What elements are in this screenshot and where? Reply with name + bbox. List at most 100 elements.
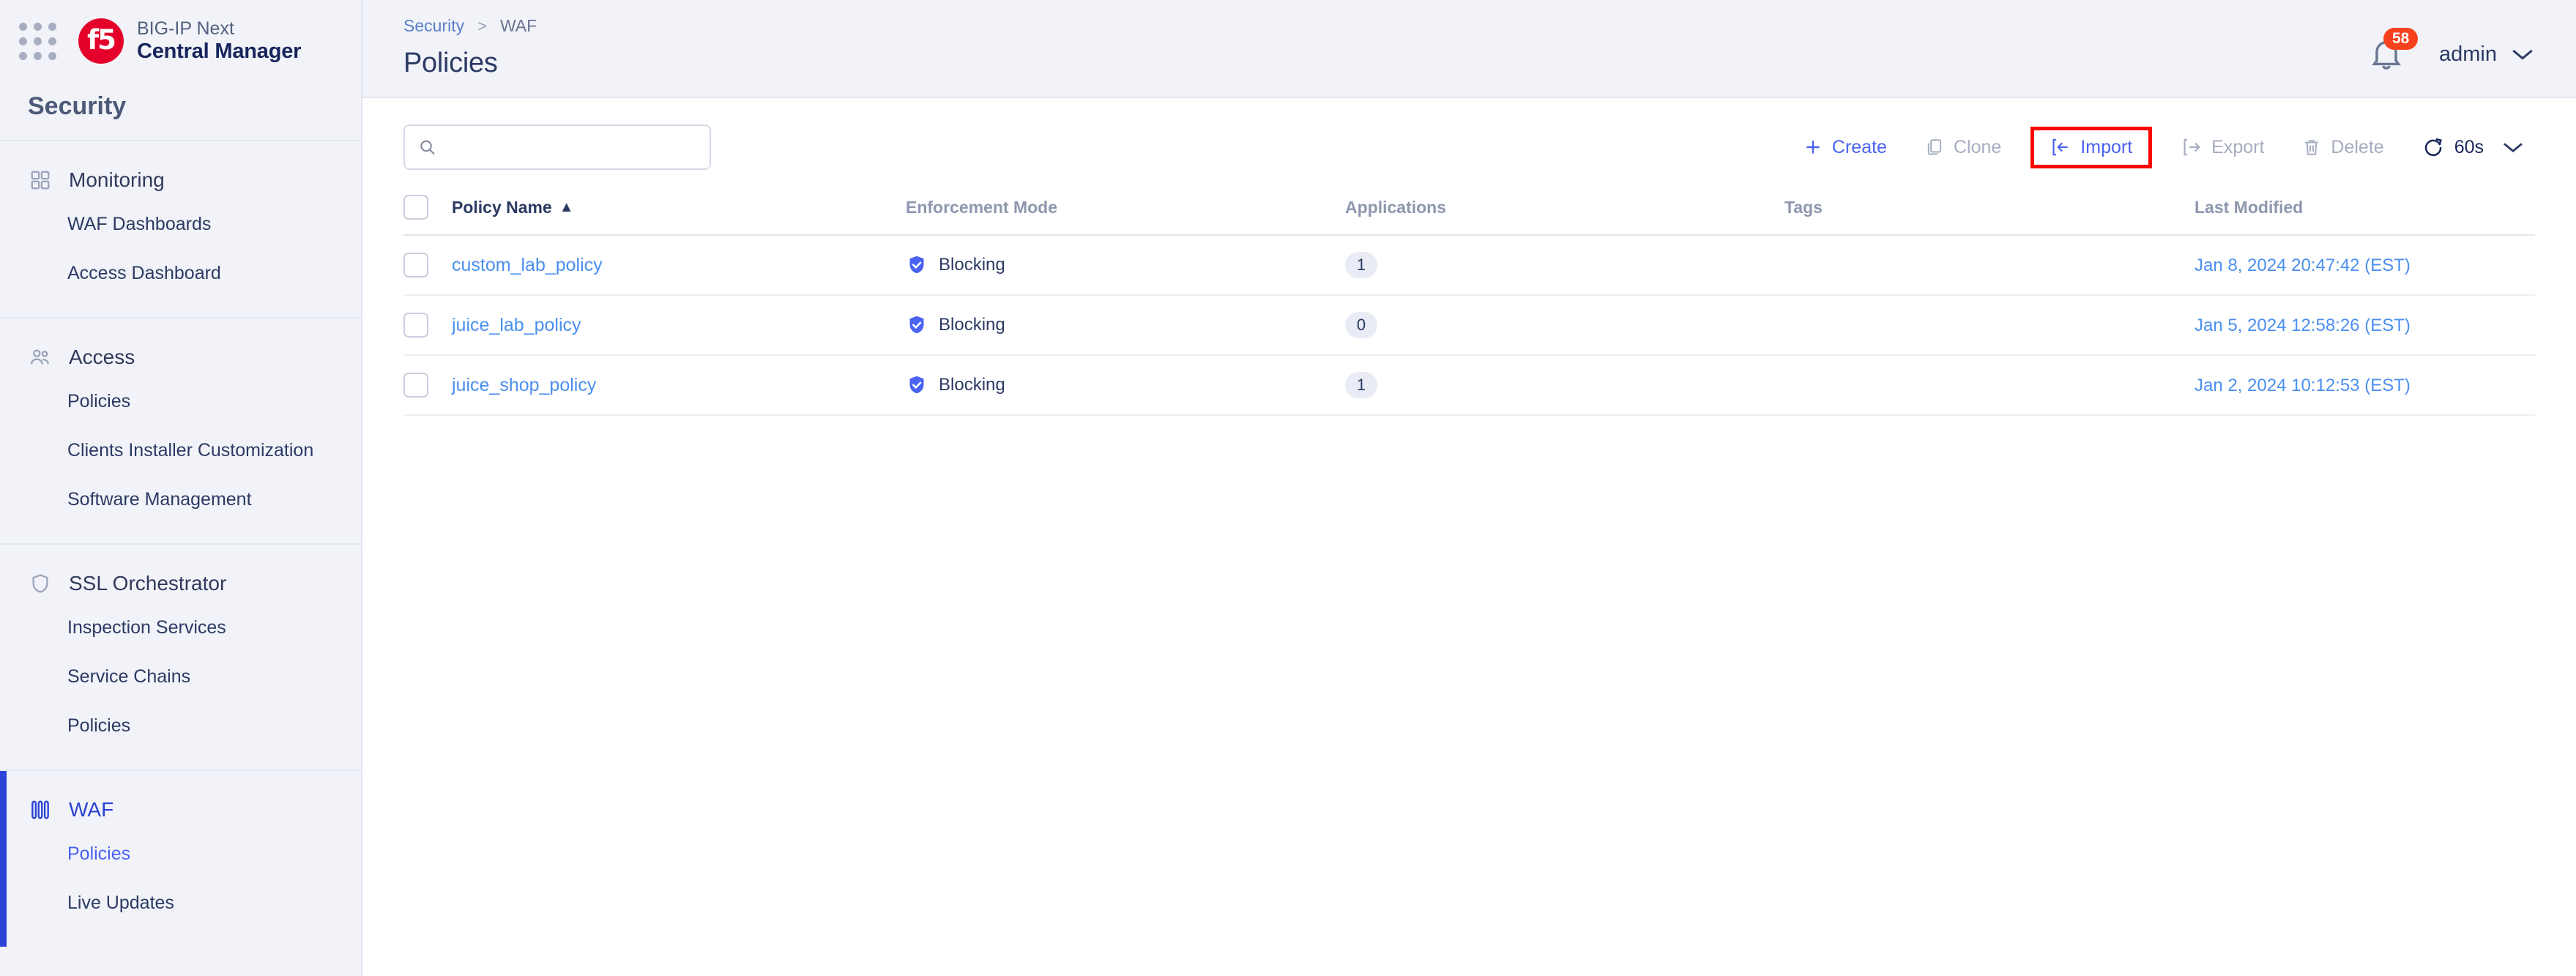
delete-button[interactable]: Delete [2283, 128, 2402, 167]
brand-row: f5 BIG-IP Next Central Manager [0, 0, 361, 82]
user-menu[interactable]: admin [2439, 42, 2535, 67]
select-all-checkbox[interactable] [403, 195, 428, 220]
tags-cell [1784, 295, 2195, 356]
notification-badge: 58 [2383, 28, 2419, 51]
page-heading-block: Security > WAF Policies [403, 16, 537, 79]
sidebar-item-label: Monitoring [69, 168, 165, 191]
last-modified-cell: Jan 8, 2024 20:47:42 (EST) [2195, 235, 2535, 296]
breadcrumb-separator-icon: > [477, 16, 487, 35]
content-panel: Create Clone Import Export Delete 60s Po… [362, 97, 2576, 976]
create-button[interactable]: Create [1784, 128, 1906, 167]
table-row[interactable]: custom_lab_policy Blocking 1 Jan 8, 2024… [403, 235, 2535, 296]
nav-group-ssl-orchestrator: SSL Orchestrator Inspection Services Ser… [0, 543, 361, 770]
toolbar: Create Clone Import Export Delete 60s [403, 98, 2535, 183]
tags-cell [1784, 235, 2195, 296]
enforcement-mode-label: Blocking [939, 255, 1005, 275]
search-icon [420, 140, 435, 155]
last-modified-value[interactable]: Jan 2, 2024 10:12:53 (EST) [2195, 376, 2411, 395]
sidebar-subitem-clients-installer-customization[interactable]: Clients Installer Customization [0, 426, 361, 475]
users-icon [28, 345, 53, 370]
last-modified-value[interactable]: Jan 8, 2024 20:47:42 (EST) [2195, 256, 2411, 275]
tags-cell [1784, 355, 2195, 416]
brand-line-1: BIG-IP Next [137, 18, 234, 39]
sidebar-subitem-live-updates[interactable]: Live Updates [0, 879, 361, 928]
table-header-row: Policy Name ▲ Enforcement Mode Applicati… [403, 183, 2535, 236]
brand-text: BIG-IP Next Central Manager [137, 18, 301, 64]
column-header-applications[interactable]: Applications [1345, 183, 1784, 236]
column-header-tags[interactable]: Tags [1784, 183, 2195, 236]
sidebar-subitem-inspection-services[interactable]: Inspection Services [0, 603, 361, 652]
table-body: custom_lab_policy Blocking 1 Jan 8, 2024… [403, 235, 2535, 416]
table-row[interactable]: juice_lab_policy Blocking 0 Jan 5, 2024 … [403, 295, 2535, 356]
row-checkbox[interactable] [403, 253, 428, 277]
sidebar-subitem-sslo-policies[interactable]: Policies [0, 701, 361, 750]
table-row[interactable]: juice_shop_policy Blocking 1 Jan 2, 2024… [403, 355, 2535, 416]
row-select-cell [403, 295, 452, 356]
last-modified-value[interactable]: Jan 5, 2024 12:58:26 (EST) [2195, 316, 2411, 335]
refresh-control[interactable]: 60s [2403, 127, 2491, 167]
sidebar-section-title: Security [28, 92, 127, 120]
refresh-interval-label: 60s [2454, 136, 2484, 157]
column-label: Policy Name [452, 197, 552, 217]
import-icon [2052, 138, 2068, 156]
row-checkbox[interactable] [403, 373, 428, 398]
column-header-enforcement-mode[interactable]: Enforcement Mode [906, 183, 1345, 236]
sidebar-subitem-waf-policies[interactable]: Policies [0, 830, 361, 879]
column-header-last-modified[interactable]: Last Modified [2195, 183, 2535, 236]
shield-icon [28, 571, 53, 596]
sidebar-item-access[interactable]: Access [0, 338, 361, 377]
topbar: Security > WAF Policies 58 admin [362, 0, 2576, 97]
row-select-cell [403, 355, 452, 416]
app-root: f5 BIG-IP Next Central Manager Security … [0, 0, 2576, 976]
brand-logo[interactable]: f5 BIG-IP Next Central Manager [78, 18, 301, 64]
main-area: Security > WAF Policies 58 admin Create … [362, 0, 2576, 976]
import-button[interactable]: Import [2030, 126, 2153, 168]
refresh-dropdown-button[interactable] [2491, 130, 2535, 164]
app-launcher-icon[interactable] [19, 22, 56, 60]
sidebar-subitem-access-dashboard[interactable]: Access Dashboard [0, 249, 361, 298]
sidebar-subitem-software-management[interactable]: Software Management [0, 475, 361, 524]
clone-button[interactable]: Clone [1906, 128, 2020, 167]
nav-group-waf: WAF Policies Live Updates [0, 770, 361, 947]
shield-check-icon [909, 256, 924, 274]
breadcrumb-parent[interactable]: Security [403, 16, 464, 36]
sidebar-subitem-service-chains[interactable]: Service Chains [0, 652, 361, 701]
policy-name-link[interactable]: juice_shop_policy [452, 375, 596, 395]
breadcrumb-current: WAF [499, 16, 537, 35]
sidebar-item-label: WAF [69, 798, 114, 821]
chevron-down-icon [2512, 49, 2533, 60]
policy-name-link[interactable]: custom_lab_policy [452, 255, 603, 275]
row-select-cell [403, 235, 452, 296]
search-input[interactable] [447, 137, 696, 157]
last-modified-cell: Jan 2, 2024 10:12:53 (EST) [2195, 355, 2535, 416]
sort-ascending-icon: ▲ [559, 198, 574, 215]
enforcement-mode-cell: Blocking [906, 295, 1345, 356]
firewall-icon [28, 797, 53, 822]
applications-count-badge: 0 [1345, 312, 1377, 338]
select-all-header [403, 183, 452, 236]
create-button-label: Create [1831, 136, 1887, 157]
row-checkbox[interactable] [403, 313, 428, 338]
sidebar-subitem-access-policies[interactable]: Policies [0, 377, 361, 426]
column-header-policy-name[interactable]: Policy Name ▲ [452, 183, 906, 236]
sidebar-item-label: SSL Orchestrator [69, 572, 227, 595]
trash-icon [2305, 140, 2319, 155]
clone-icon [1927, 139, 1942, 155]
enforcement-mode-cell: Blocking [906, 355, 1345, 416]
export-button-label: Export [2211, 136, 2265, 157]
page-title: Policies [403, 48, 498, 78]
notifications-button[interactable]: 58 [2367, 28, 2419, 73]
sidebar-subitem-waf-dashboards[interactable]: WAF Dashboards [0, 200, 361, 249]
policy-name-cell: custom_lab_policy [452, 235, 906, 296]
search-box[interactable] [403, 124, 711, 170]
export-icon [2184, 138, 2200, 156]
export-button[interactable]: Export [2162, 128, 2283, 167]
clone-button-label: Clone [1953, 136, 2002, 157]
shield-check-icon [909, 316, 924, 334]
enforcement-mode-cell: Blocking [906, 235, 1345, 296]
sidebar-item-ssl-orchestrator[interactable]: SSL Orchestrator [0, 564, 361, 603]
policy-name-link[interactable]: juice_lab_policy [452, 315, 581, 335]
applications-cell: 1 [1345, 235, 1784, 296]
sidebar-item-waf[interactable]: WAF [0, 790, 361, 830]
sidebar-item-monitoring[interactable]: Monitoring [0, 160, 361, 200]
